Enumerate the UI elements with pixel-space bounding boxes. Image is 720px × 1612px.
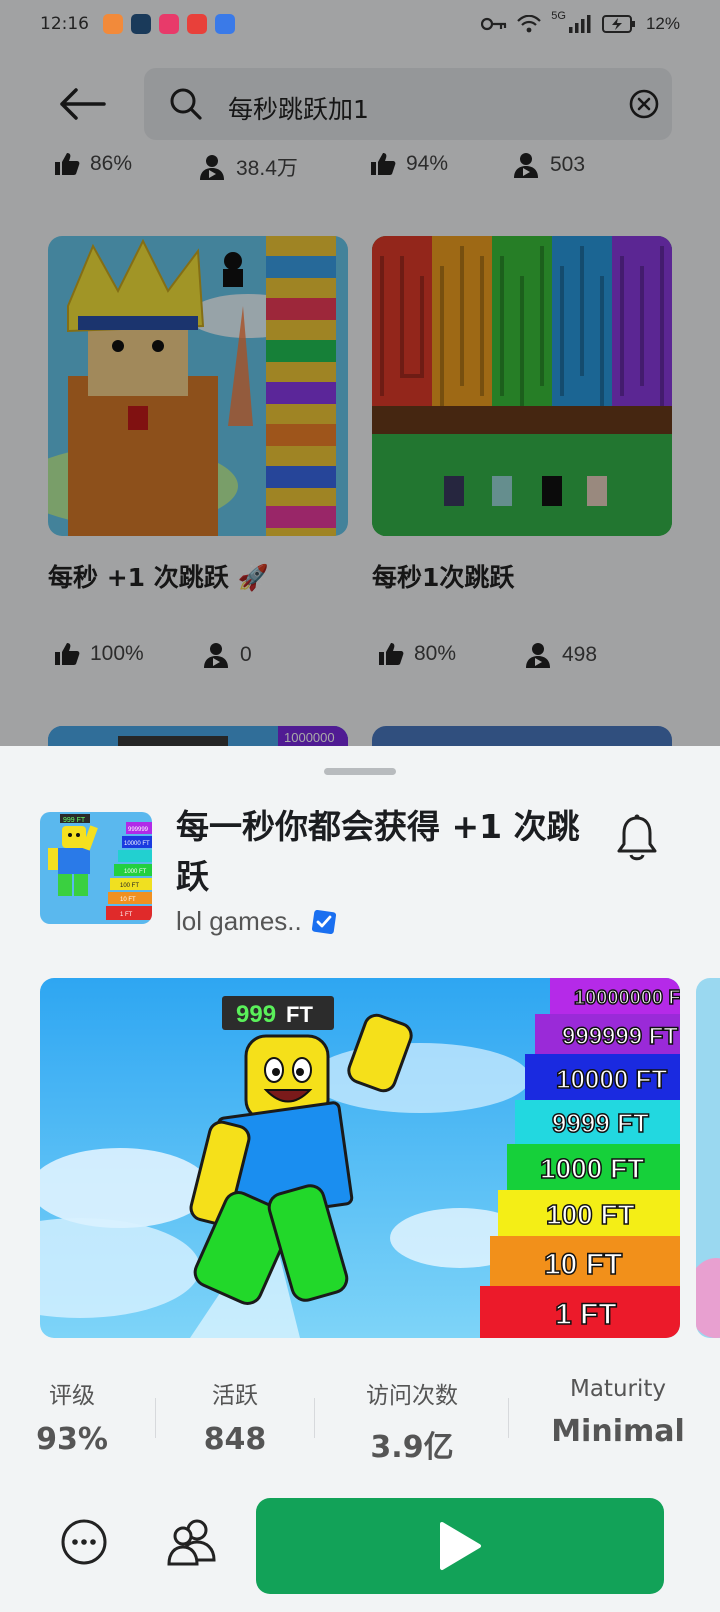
ladder-label: 10000 FT	[124, 841, 150, 847]
creator-row[interactable]: lol games..	[176, 906, 336, 937]
notification-app-icon	[187, 14, 207, 34]
game-hero-image[interactable]: 10000000 F 999999 FT 10000 FT 9999 FT 10…	[40, 978, 680, 1338]
battery-level: 12%	[645, 14, 680, 33]
stat-value: Minimal	[551, 1414, 685, 1449]
ladder-label: 999999	[128, 827, 149, 833]
game-title: 每一秒你都会获得 +1 次跳跃	[176, 807, 580, 896]
stat-label: 活跃	[212, 1383, 258, 1409]
more-options-icon[interactable]	[60, 1518, 108, 1566]
modal-scrim[interactable]	[0, 0, 720, 746]
stat-divider	[155, 1398, 156, 1438]
game-stats: 评级 93% 活跃 848 访问次数 3.9亿 Maturity Minimal	[0, 1376, 720, 1476]
network-type-label: 5G	[551, 10, 566, 22]
notification-app-icon	[215, 14, 235, 34]
action-bar	[0, 1498, 720, 1608]
stat-label: Maturity	[569, 1376, 666, 1402]
status-bar: 12:16 5G 12%	[0, 0, 720, 48]
stat-label: 评级	[49, 1383, 95, 1409]
stat-maturity: Maturity Minimal	[530, 1376, 706, 1449]
ladder-label: 9999 FT	[552, 1108, 649, 1138]
battery-charging-icon	[601, 15, 635, 33]
game-hero-image-next[interactable]	[696, 978, 720, 1338]
ladder-label: 1 FT	[555, 1298, 617, 1331]
thumb-tag: 999 FT	[63, 817, 86, 824]
hero-art-next	[696, 978, 720, 1338]
game-details-sheet: 999 FT 999999 10000 FT 1000 FT 100 FT 10…	[0, 746, 720, 1612]
game-icon: 999 FT 999999 10000 FT 1000 FT 100 FT 10…	[40, 812, 152, 924]
play-icon	[440, 1522, 481, 1570]
party-people-icon[interactable]	[166, 1516, 218, 1568]
wifi-icon	[517, 15, 542, 33]
ladder-label: 10 FT	[120, 897, 136, 903]
ladder-label: 1000 FT	[124, 869, 147, 875]
creator-name[interactable]: lol games..	[176, 906, 302, 937]
ladder-label: 100 FT	[546, 1199, 635, 1230]
ladder-label: 100 FT	[120, 883, 139, 889]
stat-divider	[314, 1398, 315, 1438]
key-icon	[481, 17, 507, 31]
status-indicators: 5G 12%	[481, 10, 680, 34]
stat-value: 93%	[36, 1422, 108, 1457]
ladder-label: 10000000 F	[574, 987, 680, 1009]
notification-app-icon	[159, 14, 179, 34]
play-button[interactable]	[256, 1498, 664, 1594]
height-unit: FT	[286, 1002, 313, 1027]
drag-handle[interactable]	[324, 768, 396, 775]
stat-divider	[508, 1398, 509, 1438]
verified-badge-icon	[311, 909, 336, 934]
signal-strength-icon	[568, 15, 591, 33]
stat-value: 848	[203, 1422, 267, 1457]
ladder-label: 1000 FT	[540, 1153, 644, 1184]
ladder-label: 999999 FT	[562, 1023, 678, 1050]
ladder-label: 10000 FT	[556, 1064, 667, 1094]
stat-visits: 访问次数 3.9亿	[338, 1376, 486, 1466]
stat-value: 3.9亿	[370, 1430, 454, 1465]
stat-rating: 评级 93%	[20, 1376, 124, 1457]
notification-app-icon	[103, 14, 123, 34]
status-time: 12:16	[40, 14, 89, 34]
height-number: 999	[236, 1001, 276, 1028]
hero-art: 10000000 F 999999 FT 10000 FT 9999 FT 10…	[40, 978, 680, 1338]
stat-label: 访问次数	[366, 1383, 458, 1409]
notification-app-icon	[131, 14, 151, 34]
stat-active: 活跃 848	[176, 1376, 294, 1457]
game-icon-art: 999 FT 999999 10000 FT 1000 FT 100 FT 10…	[40, 812, 152, 924]
ladder-label: 10 FT	[544, 1248, 622, 1281]
bell-icon[interactable]	[616, 814, 658, 862]
ladder-label: 1 FT	[120, 912, 133, 918]
